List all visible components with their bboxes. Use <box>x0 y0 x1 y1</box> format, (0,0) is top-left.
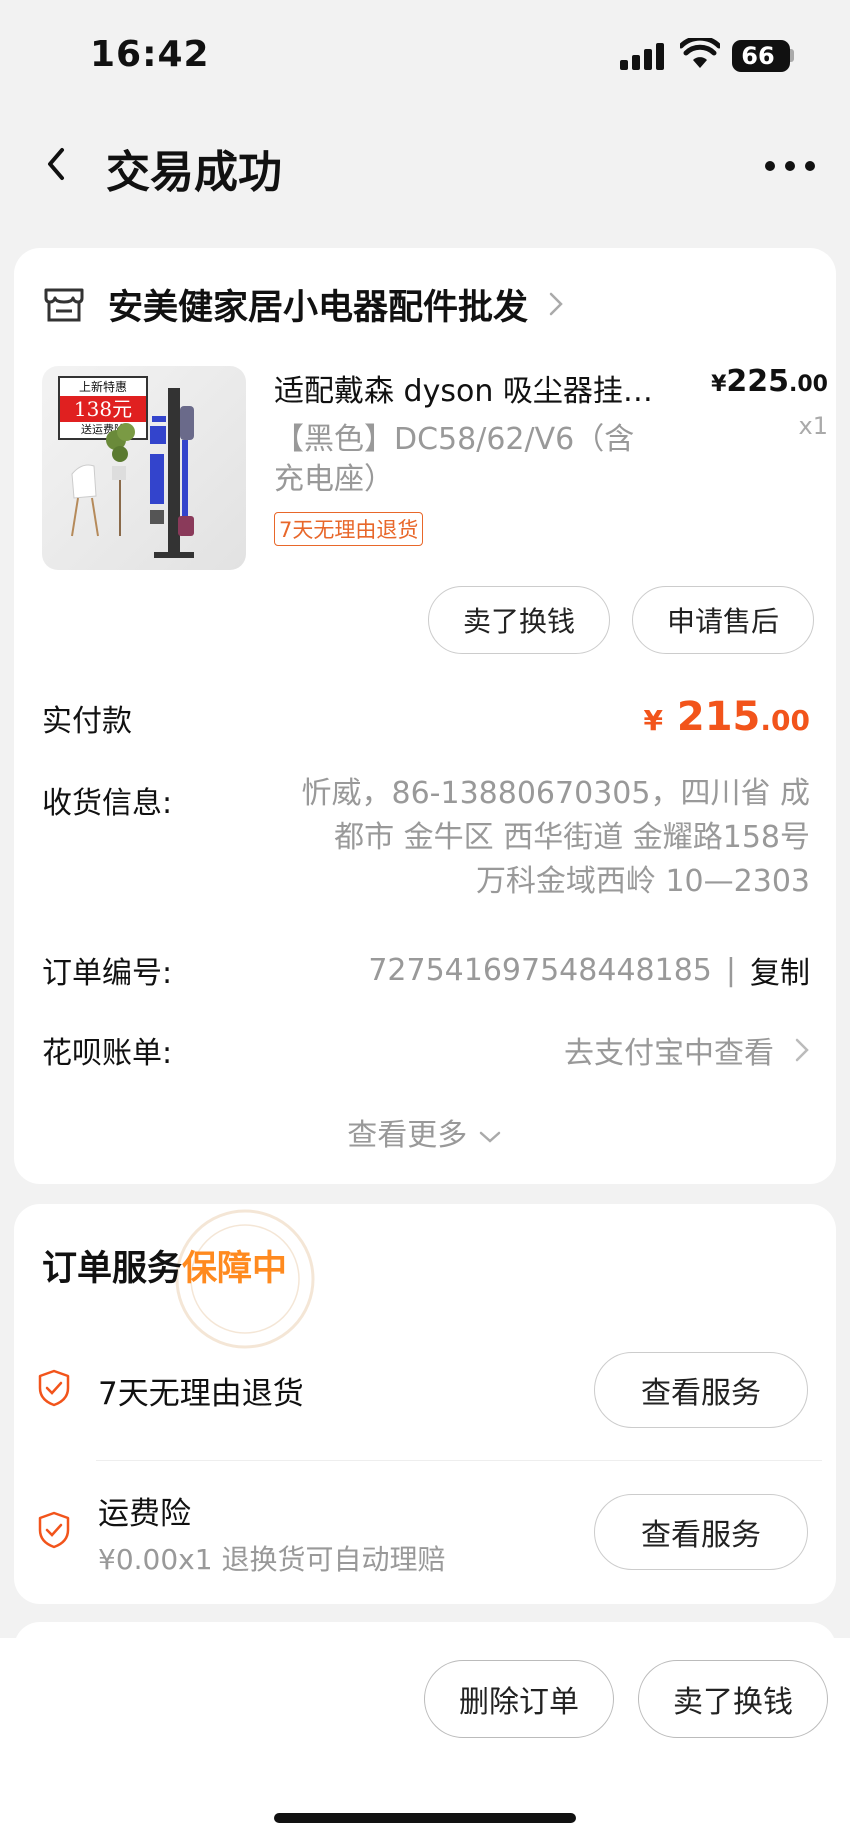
status-time: 16:42 <box>90 34 210 75</box>
wifi-icon <box>680 38 720 68</box>
shield-icon <box>38 1511 70 1549</box>
view-service-button[interactable]: 查看服务 <box>594 1494 808 1570</box>
service-title: 订单服务保障中 <box>42 1240 287 1291</box>
sell-button[interactable]: 卖了换钱 <box>428 586 610 654</box>
service-name: 运费险 <box>98 1496 191 1532</box>
home-indicator <box>274 1813 576 1823</box>
back-icon[interactable] <box>38 142 78 186</box>
shield-icon <box>38 1369 70 1407</box>
order-number-value: 727541697548448185 <box>368 952 712 988</box>
service-name: 7天无理由退货 <box>98 1376 304 1412</box>
product-price-dec: .00 <box>789 372 828 397</box>
bottom-bar: 删除订单 卖了换钱 <box>0 1638 850 1839</box>
view-more-button[interactable]: 查看更多 <box>14 1110 836 1154</box>
chevron-right-icon <box>549 292 563 316</box>
shipping-line-1: 忻威，86-13880670305，四川省 成 <box>301 776 811 811</box>
page-title: 交易成功 <box>106 147 282 198</box>
delete-order-button[interactable]: 删除订单 <box>424 1660 614 1738</box>
huabei-label: 花呗账单: <box>42 1036 173 1071</box>
service-sub: ¥0.00x1 退换货可自动理赔 <box>98 1543 446 1576</box>
service-card: 订单服务保障中 7天无理由退货 查看服务 运费险 ¥0.00x1 退换货可自动理… <box>14 1204 836 1604</box>
paid-label: 实付款 <box>42 704 132 739</box>
after-sale-button[interactable]: 申请售后 <box>632 586 814 654</box>
store-icon <box>44 288 84 322</box>
store-row[interactable]: 安美健家居小电器配件批发 <box>42 278 566 330</box>
product-price-int: 225 <box>726 364 790 399</box>
product-title[interactable]: 适配戴森 dyson 吸尘器挂… <box>274 366 684 410</box>
service-title-prefix: 订单服务 <box>42 1249 183 1289</box>
signal-icon <box>620 42 666 70</box>
more-icon[interactable] <box>760 146 820 186</box>
service-title-accent: 保障中 <box>182 1249 288 1289</box>
huabei-value[interactable]: 去支付宝中查看 <box>564 1028 774 1072</box>
product-image[interactable]: 上新特惠 138元 送运费险 <box>42 366 246 570</box>
return-badge: 7天无理由退货 <box>274 512 424 546</box>
order-card: 安美健家居小电器配件批发 上新特惠 138元 送运费险 适配戴森 dyson 吸… <box>14 248 836 1184</box>
view-more-label[interactable]: 查看更多 <box>347 1118 467 1153</box>
paid-currency: ¥ <box>643 704 663 737</box>
order-number-label: 订单编号: <box>42 956 173 991</box>
order-number: 727541697548448185 | 复制 <box>368 948 810 992</box>
product-qty: x1 <box>798 412 828 440</box>
huabei-link[interactable]: 去支付宝中查看 <box>564 1028 810 1072</box>
product-price: ¥225.00 <box>688 364 828 399</box>
chevron-right-icon <box>795 1038 809 1062</box>
paid-dec: .00 <box>760 704 810 737</box>
status-bar: 16:42 66 <box>0 0 850 110</box>
chevron-down-icon <box>479 1131 501 1143</box>
shipping-label: 收货信息: <box>42 786 173 821</box>
battery-level: 66 <box>741 42 775 70</box>
shipping-line-2: 都市 金牛区 西华街道 金耀路158号 <box>334 820 810 855</box>
shipping-line-3: 万科金域西岭 10—2303 <box>475 864 810 899</box>
battery-icon: 66 <box>732 40 790 72</box>
product-illustration <box>71 388 194 558</box>
view-service-button[interactable]: 查看服务 <box>594 1352 808 1428</box>
order-separator: | <box>725 952 736 988</box>
battery-tip <box>790 49 794 62</box>
nav-bar: 交易成功 <box>0 120 850 210</box>
paid-amount: ¥ 215.00 <box>643 694 810 740</box>
paid-int: 215 <box>676 694 761 740</box>
copy-button[interactable]: 复制 <box>750 948 810 992</box>
divider <box>96 1460 822 1461</box>
store-name[interactable]: 安美健家居小电器配件批发 <box>108 279 528 330</box>
product-spec: 【黑色】DC58/62/V6（含充电座） <box>274 422 635 497</box>
product-price-currency: ¥ <box>711 372 727 397</box>
sell-button-bottom[interactable]: 卖了换钱 <box>638 1660 828 1738</box>
shipping-address: 忻威，86-13880670305，四川省 成 都市 金牛区 西华街道 金耀路1… <box>250 772 811 904</box>
